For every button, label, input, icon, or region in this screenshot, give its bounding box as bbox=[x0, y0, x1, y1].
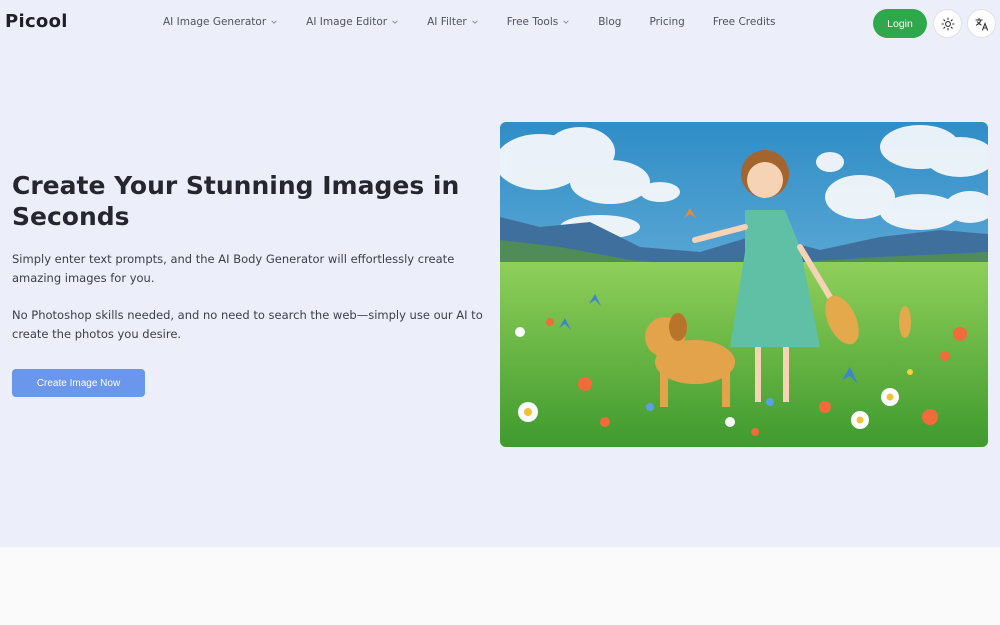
main-nav: AI Image Generator AI Image Editor AI Fi… bbox=[163, 16, 804, 28]
meadow-illustration bbox=[500, 122, 988, 447]
nav-label: Blog bbox=[598, 16, 622, 28]
lower-section bbox=[0, 547, 1000, 625]
chevron-down-icon bbox=[471, 20, 478, 24]
chevron-down-icon bbox=[392, 20, 398, 24]
theme-toggle-button[interactable] bbox=[933, 9, 962, 38]
hero-paragraph-1: Simply enter text prompts, and the AI Bo… bbox=[12, 252, 455, 285]
nav-ai-image-generator[interactable]: AI Image Generator bbox=[163, 16, 278, 28]
create-image-now-button[interactable]: Create Image Now bbox=[12, 369, 145, 397]
nav-pricing[interactable]: Pricing bbox=[649, 16, 684, 28]
hero-paragraph-2: No Photoshop skills needed, and no need … bbox=[12, 308, 483, 341]
translate-icon bbox=[974, 17, 988, 31]
nav-free-credits[interactable]: Free Credits bbox=[713, 16, 776, 28]
language-button[interactable] bbox=[967, 9, 996, 38]
nav-label: AI Filter bbox=[427, 16, 467, 28]
nav-label: AI Image Generator bbox=[163, 16, 267, 28]
login-button[interactable]: Login bbox=[873, 9, 927, 38]
nav-label: AI Image Editor bbox=[306, 16, 388, 28]
sun-icon bbox=[940, 16, 955, 31]
nav-ai-image-editor[interactable]: AI Image Editor bbox=[306, 16, 399, 28]
nav-label: Free Tools bbox=[506, 16, 559, 28]
chevron-down-icon bbox=[271, 20, 277, 24]
site-header: Picool AI Image Generator AI Image Edito… bbox=[0, 0, 1000, 46]
hero-image bbox=[500, 122, 988, 447]
nav-blog[interactable]: Blog bbox=[598, 16, 621, 28]
nav-free-tools[interactable]: Free Tools bbox=[507, 16, 571, 28]
nav-label: Pricing bbox=[649, 16, 685, 28]
nav-label: Free Credits bbox=[712, 16, 776, 28]
nav-ai-filter[interactable]: AI Filter bbox=[427, 16, 479, 28]
chevron-down-icon bbox=[563, 20, 569, 24]
logo[interactable]: Picool bbox=[5, 11, 68, 32]
hero-title: Create Your Stunning Images in Seconds bbox=[12, 171, 460, 231]
